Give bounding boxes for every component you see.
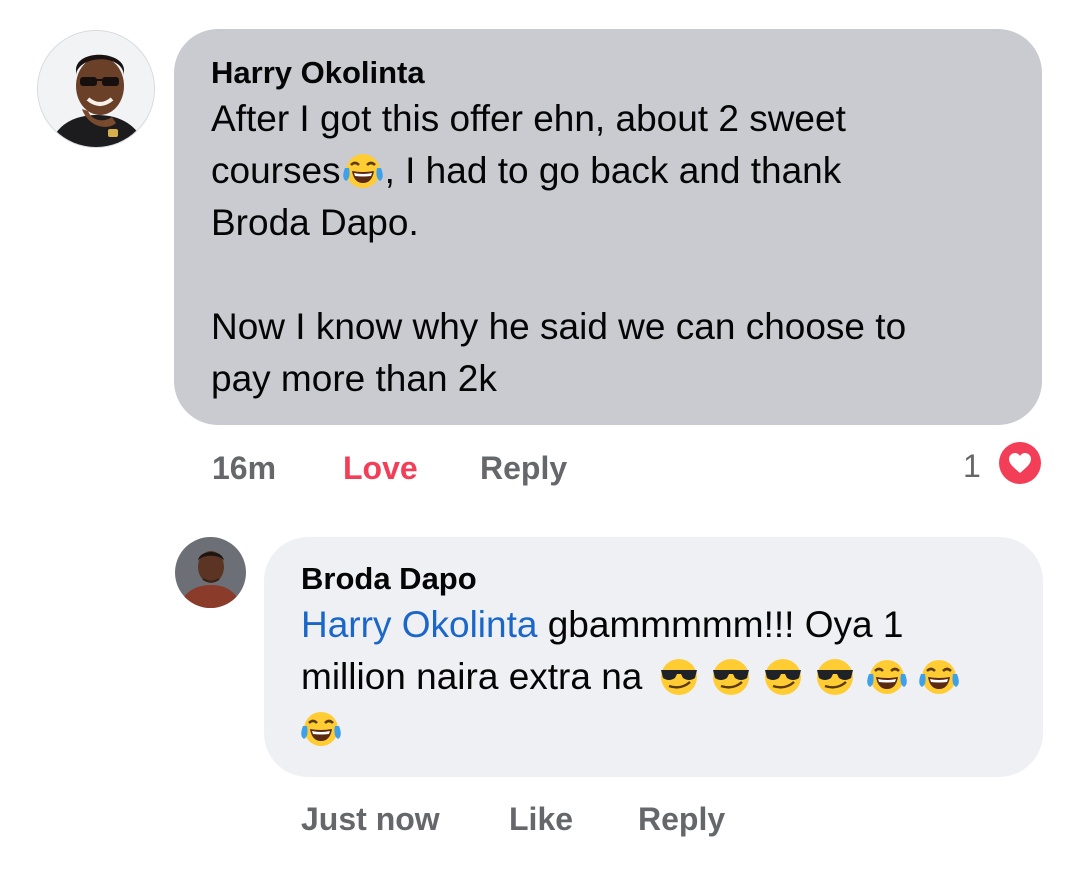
reply-author-avatar[interactable]	[175, 537, 246, 608]
love-button[interactable]: Love	[343, 448, 418, 488]
reaction-count[interactable]: 1	[963, 446, 981, 486]
tears-of-joy-emoji	[913, 656, 965, 696]
comment-author-name[interactable]: Harry Okolinta	[211, 55, 1006, 91]
heart-icon	[999, 442, 1041, 484]
reply-author-name[interactable]: Broda Dapo	[301, 561, 1013, 597]
comment-timestamp[interactable]: 16m	[212, 448, 276, 488]
reply-text: Harry Okolinta gbammmmm!!! Oya 1 million…	[301, 599, 1013, 755]
comment-reply-button[interactable]: Reply	[480, 448, 567, 488]
reply-bubble[interactable]: Broda Dapo Harry Okolinta gbammmmm!!! Oy…	[264, 537, 1043, 777]
cool-face-emoji	[809, 656, 861, 696]
heart-reaction-badge[interactable]	[997, 440, 1043, 486]
tears-of-joy-emoji	[295, 708, 347, 748]
mention-link[interactable]: Harry Okolinta	[301, 604, 537, 645]
cool-face-emoji	[757, 656, 809, 696]
comment-bubble[interactable]: Harry Okolinta After I got this offer eh…	[174, 29, 1042, 425]
cool-face-emoji	[653, 656, 705, 696]
reply-timestamp[interactable]: Just now	[301, 799, 440, 839]
tears-of-joy-emoji	[341, 150, 385, 190]
like-button[interactable]: Like	[509, 799, 573, 839]
cool-face-emoji	[705, 656, 757, 696]
tears-of-joy-emoji	[861, 656, 913, 696]
comment-text: After I got this offer ehn, about 2 swee…	[211, 93, 1006, 405]
commenter-avatar[interactable]	[37, 30, 155, 148]
reply-reply-button[interactable]: Reply	[638, 799, 725, 839]
